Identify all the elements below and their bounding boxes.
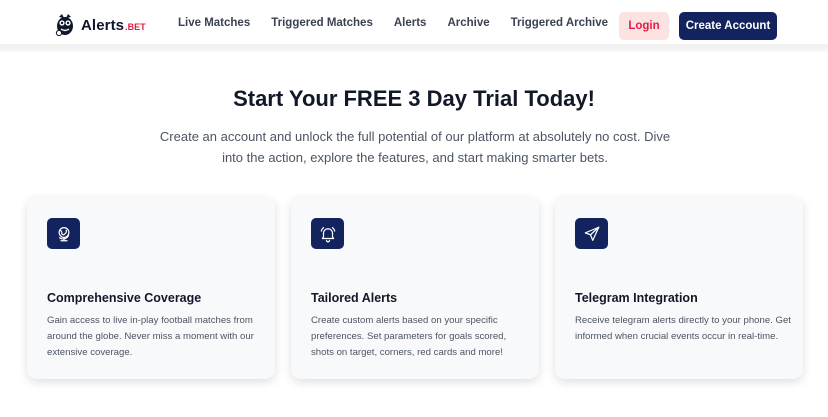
feature-description: Gain access to live in-play football mat… — [47, 315, 254, 358]
nav-alerts[interactable]: Alerts — [394, 17, 427, 29]
brand-suffix: .BET — [125, 22, 146, 32]
feature-description: Create custom alerts based on your speci… — [311, 315, 507, 358]
logo-mascot-icon — [55, 13, 75, 37]
paper-plane-icon — [575, 218, 608, 249]
main-nav: Live Matches Triggered Matches Alerts Ar… — [178, 17, 629, 29]
nav-triggered-matches[interactable]: Triggered Matches — [271, 17, 373, 29]
feature-title: Comprehensive Coverage — [47, 291, 202, 305]
bell-icon — [311, 218, 344, 249]
feature-title: Tailored Alerts — [311, 291, 398, 305]
brand-logo[interactable]: Alerts .BET — [55, 12, 146, 38]
feature-card-alerts: Tailored Alerts Create custom alerts bas… — [291, 197, 539, 379]
globe-icon — [47, 218, 80, 249]
create-account-button[interactable]: Create Account — [679, 12, 777, 40]
brand-name: Alerts — [81, 16, 125, 34]
page-subtitle: Create an account and unlock the full po… — [159, 129, 671, 165]
feature-card-telegram: Telegram Integration Receive telegram al… — [555, 197, 803, 379]
login-button[interactable]: Login — [619, 12, 669, 40]
nav-live-matches[interactable]: Live Matches — [178, 17, 250, 29]
navbar-divider — [0, 44, 828, 52]
feature-card-coverage: Comprehensive Coverage Gain access to li… — [27, 197, 275, 379]
page-title: Start Your FREE 3 Day Trial Today! — [233, 86, 595, 111]
feature-description: Receive telegram alerts directly to your… — [575, 315, 791, 342]
top-navbar: Alerts .BET Live Matches Triggered Match… — [0, 0, 828, 44]
nav-triggered-archive[interactable]: Triggered Archive — [511, 17, 608, 29]
feature-title: Telegram Integration — [575, 291, 698, 305]
nav-archive[interactable]: Archive — [447, 17, 489, 29]
